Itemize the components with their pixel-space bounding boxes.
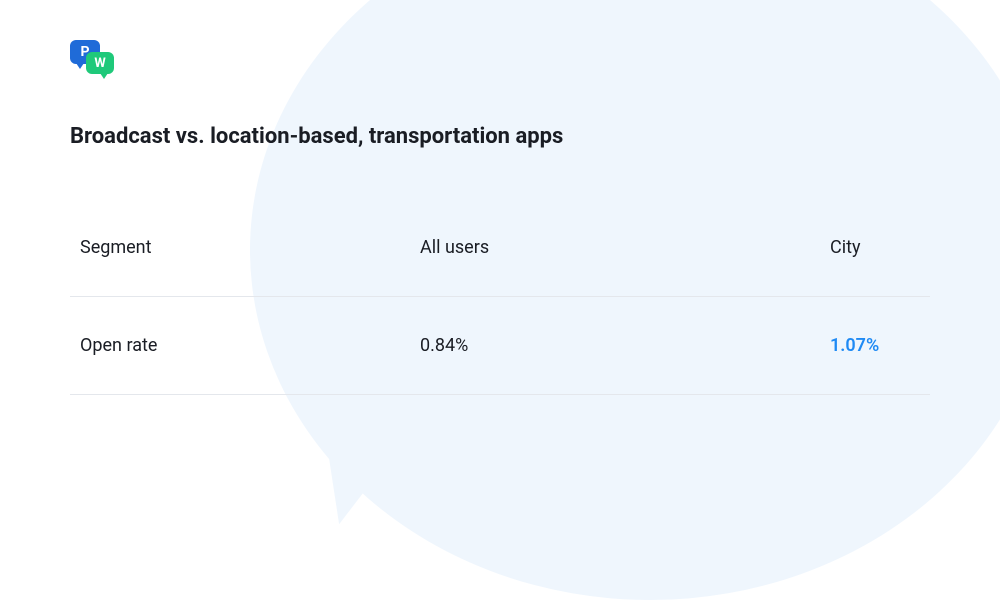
row-openrate-city-value: 1.07% [760,335,920,356]
comparison-table: Segment All users City Open rate 0.84% 1… [70,199,930,395]
content-area: P W Broadcast vs. location-based, transp… [0,0,1000,435]
header-city-label: City [760,237,920,258]
table-header-row: Segment All users City [70,199,930,297]
logo-bubble-w-icon: W [86,52,114,74]
page-title: Broadcast vs. location-based, transporta… [70,124,930,149]
pushwoosh-logo: P W [70,40,114,80]
header-segment-label: Segment [80,237,420,258]
header-allusers-label: All users [420,237,760,258]
table-row: Open rate 0.84% 1.07% [70,297,930,395]
row-openrate-allusers-value: 0.84% [420,335,760,356]
logo-letter-w: W [94,56,105,71]
row-openrate-label: Open rate [80,335,420,356]
